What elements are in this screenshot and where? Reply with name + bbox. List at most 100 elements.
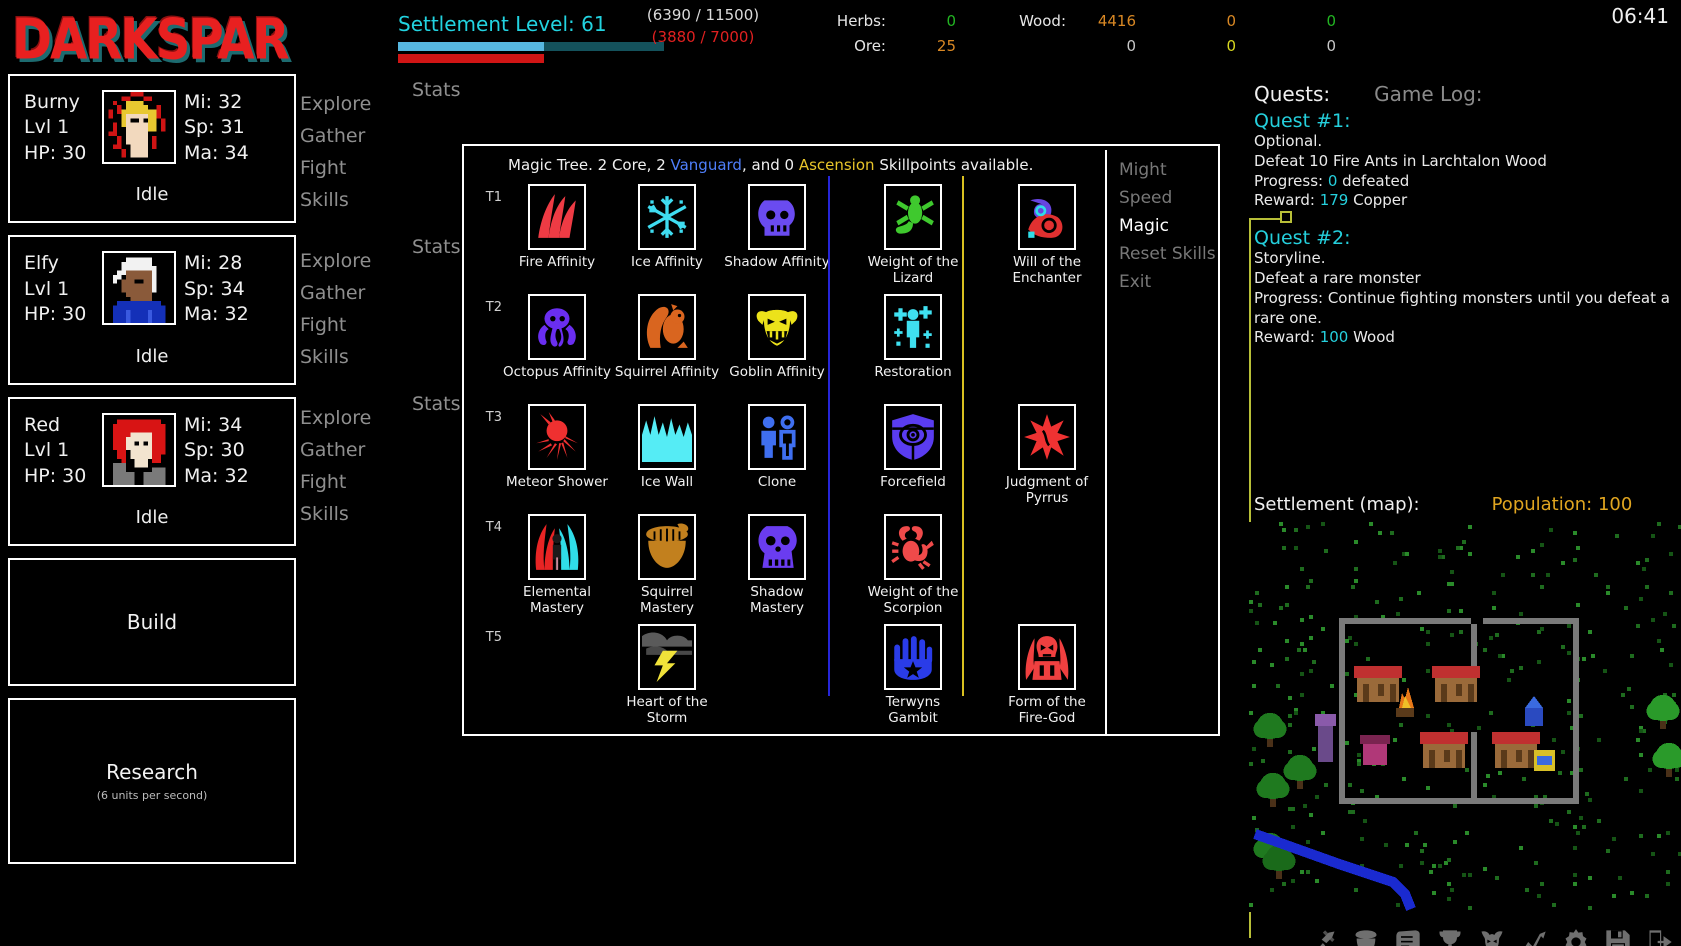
skill-forcefield[interactable]: Forcefield: [858, 404, 968, 491]
character-might: Mi: 32: [184, 91, 243, 113]
pickaxe-icon[interactable]: [1309, 927, 1339, 946]
header-pre: Magic Tree. 2 Core, 2: [508, 156, 671, 174]
snowflake-icon[interactable]: [638, 184, 696, 250]
skill-heart-of-the-storm[interactable]: Heart of the Storm: [612, 624, 722, 726]
skill-weight-of-the-lizard[interactable]: Weight of the Lizard: [858, 184, 968, 286]
enchanter-icon[interactable]: [1018, 184, 1076, 250]
skill-label: Meteor Shower: [506, 474, 608, 490]
trophy-icon[interactable]: [1435, 927, 1465, 946]
skill-squirrel-mastery[interactable]: Squirrel Mastery: [612, 514, 722, 616]
fire-god-icon[interactable]: [1018, 624, 1076, 690]
skill-goblin-affinity[interactable]: Goblin Affinity: [722, 294, 832, 381]
menu-skills[interactable]: Skills: [300, 184, 460, 216]
acorn-icon[interactable]: [1351, 927, 1381, 946]
clone-icon[interactable]: [748, 404, 806, 470]
skill-ice-affinity[interactable]: Ice Affinity: [612, 184, 722, 271]
build-panel[interactable]: Build: [8, 558, 296, 687]
elemental-mastery-icon[interactable]: [528, 514, 586, 580]
octopus-icon[interactable]: [528, 294, 586, 360]
tree-tab-magic[interactable]: Magic: [1107, 212, 1217, 240]
character-action-menus: Explore Gather Fight Skills Stats Explor…: [300, 74, 461, 545]
forcefield-icon[interactable]: [884, 404, 942, 470]
build-panel-label: Build: [126, 610, 178, 635]
game-window: DARKSPAR Settlement Level: 61 (6390 / 11…: [0, 0, 1681, 946]
tree-tab-speed[interactable]: Speed: [1107, 184, 1217, 212]
skill-weight-of-the-scorpion[interactable]: Weight of the Scorpion: [858, 514, 968, 616]
quest-title: Quest #2:: [1254, 227, 1351, 250]
character-magic: Ma: 34: [184, 141, 249, 164]
resource4-value-bot: 0: [1326, 36, 1336, 55]
tree-tab-exit[interactable]: Exit: [1107, 268, 1217, 296]
menu-skills[interactable]: Skills: [300, 498, 460, 530]
skill-fire-affinity[interactable]: Fire Affinity: [502, 184, 612, 271]
menu-gather[interactable]: Gather: [300, 434, 460, 466]
population-label: Population: 100: [1491, 494, 1633, 515]
acorn-icon[interactable]: [638, 514, 696, 580]
skill-octopus-affinity[interactable]: Octopus Affinity: [502, 294, 612, 381]
skill-restoration[interactable]: Restoration: [858, 294, 968, 381]
character-card-red[interactable]: Red Lvl 1 HP: 30 Mi: 34 Sp: 30 Ma: 32 Id…: [8, 396, 296, 547]
skill-clone[interactable]: Clone: [722, 404, 832, 491]
party-panel: Burny Lvl 1 HP: 30 Mi: 32 Sp: 31 Ma: 34 …: [8, 74, 296, 876]
tier-label-T3: T3: [485, 410, 502, 425]
skill-terwyns-gambit[interactable]: Terwyns Gambit: [858, 624, 968, 726]
ice-wall-icon[interactable]: [638, 404, 696, 470]
tree-tab-reset-skills[interactable]: Reset Skills: [1107, 240, 1217, 268]
goblin-icon[interactable]: [748, 294, 806, 360]
chart-icon[interactable]: [1519, 927, 1549, 946]
settlement-map[interactable]: [1249, 522, 1681, 912]
save-icon[interactable]: [1603, 927, 1633, 946]
character-card-burny[interactable]: Burny Lvl 1 HP: 30 Mi: 32 Sp: 31 Ma: 34 …: [8, 74, 296, 224]
menu-gather[interactable]: Gather: [300, 277, 460, 309]
demon-icon[interactable]: [1477, 927, 1507, 946]
quest-objective: Defeat 10 Fire Ants in Larchtalon Wood: [1254, 151, 1547, 170]
settlement-map-label: Settlement (map):: [1254, 494, 1420, 515]
menu-gather[interactable]: Gather: [300, 120, 460, 152]
scorpion-icon[interactable]: [884, 514, 942, 580]
quests-header: Quests:: [1254, 82, 1331, 106]
exit-icon[interactable]: [1645, 927, 1675, 946]
resource3-value-bot: 0: [1226, 36, 1236, 55]
judgment-icon[interactable]: [1018, 404, 1076, 470]
squirrel-icon[interactable]: [638, 294, 696, 360]
meteor-icon[interactable]: [528, 404, 586, 470]
ascension-divider: [962, 176, 964, 696]
menu-fight[interactable]: Fight: [300, 152, 460, 184]
skill-elemental-mastery[interactable]: Elemental Mastery: [502, 514, 612, 616]
fire-icon[interactable]: [528, 184, 586, 250]
character-name: Red: [24, 413, 61, 436]
skill-label: Ice Affinity: [631, 254, 703, 270]
quest-entry-1: Quest #1: Optional. Defeat 10 Fire Ants …: [1254, 110, 1674, 211]
skill-will-of-the-enchanter[interactable]: Will of the Enchanter: [992, 184, 1102, 286]
lightning-icon[interactable]: [638, 624, 696, 690]
shadow-skull-icon[interactable]: [748, 184, 806, 250]
research-panel[interactable]: Research (6 units per second): [8, 698, 296, 865]
skill-judgment-of-pyrrus[interactable]: Judgment of Pyrrus: [992, 404, 1102, 506]
game-log-tab[interactable]: Game Log:: [1374, 82, 1482, 106]
skill-meteor-shower[interactable]: Meteor Shower: [502, 404, 612, 491]
skill-squirrel-affinity[interactable]: Squirrel Affinity: [612, 294, 722, 381]
restoration-icon[interactable]: [884, 294, 942, 360]
character-name: Burny: [24, 91, 80, 113]
gear-icon[interactable]: [1561, 927, 1591, 946]
skill-ice-wall[interactable]: Ice Wall: [612, 404, 722, 491]
menu-stats[interactable]: Stats: [412, 74, 471, 106]
skill-shadow-affinity[interactable]: Shadow Affinity: [722, 184, 832, 271]
character-card-elfy[interactable]: Elfy Lvl 1 HP: 30 Mi: 28 Sp: 34 Ma: 32 I…: [8, 235, 296, 385]
lizard-icon[interactable]: [884, 184, 942, 250]
skill-form-of-the-fire-god[interactable]: Form of the Fire-God: [992, 624, 1102, 726]
menu-fight[interactable]: Fight: [300, 309, 460, 341]
menu-skills[interactable]: Skills: [300, 341, 460, 373]
skill-shadow-mastery[interactable]: Shadow Mastery: [722, 514, 832, 616]
skill-label: Will of the Enchanter: [1012, 254, 1082, 286]
character-identity: Burny Lvl 1 HP: 30: [24, 90, 102, 166]
skill-label: Octopus Affinity: [503, 364, 611, 380]
shadow-mastery-icon[interactable]: [748, 514, 806, 580]
menu-fight[interactable]: Fight: [300, 466, 460, 498]
character-magic: Ma: 32: [184, 464, 249, 487]
skill-label: Weight of the Lizard: [867, 254, 959, 286]
hand-icon[interactable]: [884, 624, 942, 690]
scroll-icon[interactable]: [1393, 927, 1423, 946]
tree-tab-might[interactable]: Might: [1107, 156, 1217, 184]
wood-value: 4416: [1097, 11, 1136, 30]
